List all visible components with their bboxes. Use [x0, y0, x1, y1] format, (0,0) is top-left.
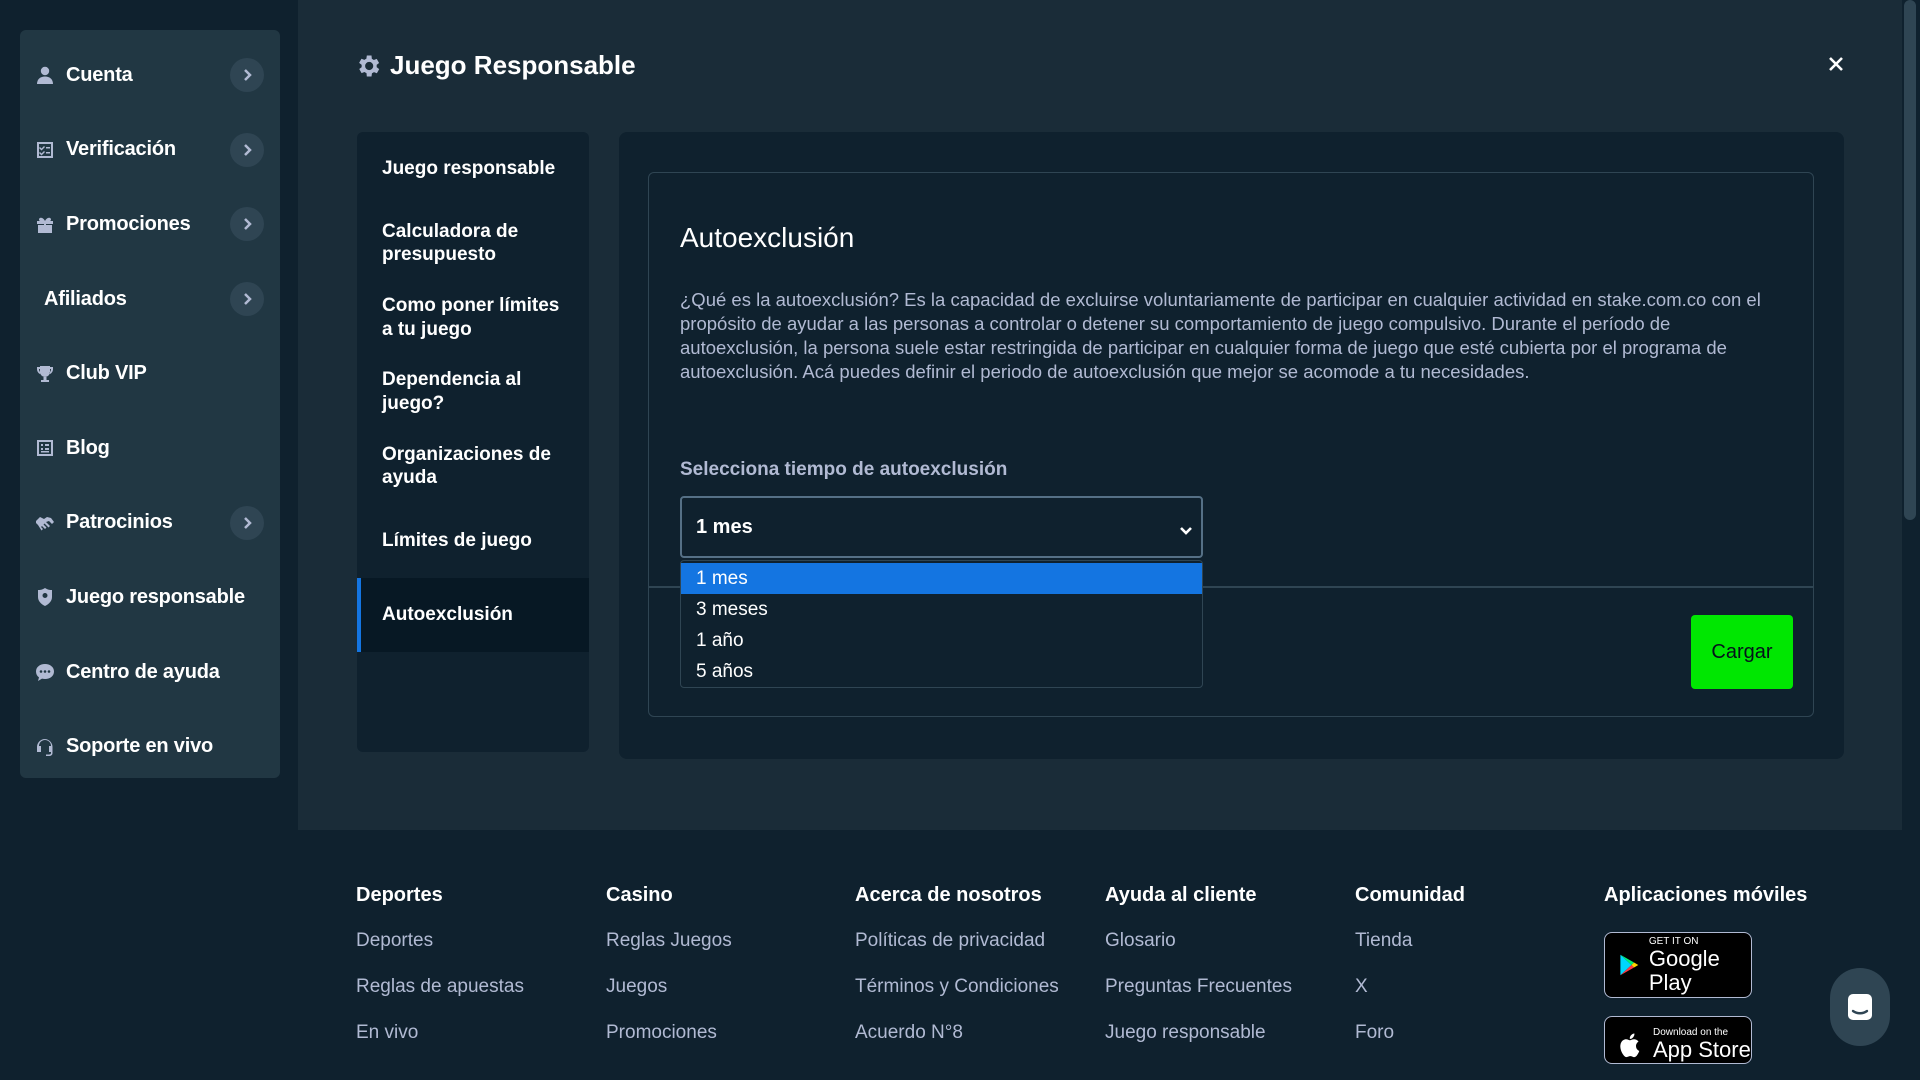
chat-bubble-icon	[34, 661, 56, 683]
sidebar-item-label: Blog	[66, 436, 110, 459]
sidebar-item-centro-de-ayuda[interactable]: Centro de ayuda	[20, 635, 280, 710]
responsible-gaming-nav: Juego responsable Calculadora de presupu…	[357, 132, 589, 752]
handshake-icon	[34, 512, 56, 534]
submit-button[interactable]: Cargar	[1691, 615, 1793, 689]
blog-icon	[34, 437, 56, 459]
sidebar-item-promociones[interactable]: Promociones	[20, 187, 280, 262]
footer-link[interactable]: Promociones	[606, 1010, 732, 1056]
footer-link[interactable]: Foro	[1355, 1010, 1465, 1056]
google-play-badge[interactable]: GET IT ON Google Play	[1604, 932, 1752, 998]
sidebar-item-patrocinios[interactable]: Patrocinios	[20, 486, 280, 561]
footer-link[interactable]: Glosario	[1105, 918, 1292, 964]
footer-link[interactable]: Juego responsable	[1105, 1010, 1292, 1056]
sidebar-item-juego-responsable[interactable]: Juego responsable	[20, 560, 280, 635]
chevron-right-icon[interactable]	[230, 58, 264, 93]
apple-icon	[1620, 1033, 1640, 1058]
sidebar: Cuenta Verificación Promociones Afiliado…	[0, 0, 298, 1080]
chevron-right-icon[interactable]	[230, 505, 264, 540]
footer-link[interactable]: Tienda	[1355, 918, 1465, 964]
sidebar-item-label: Cuenta	[66, 63, 133, 86]
dropdown-option[interactable]: 1 año	[681, 625, 1202, 656]
footer-heading: Aplicaciones móviles	[1604, 883, 1808, 906]
scrollbar-thumb[interactable]	[1904, 0, 1916, 520]
nav-item-dependencia[interactable]: Dependencia al juego?	[357, 355, 589, 429]
footer-link[interactable]: Juegos	[606, 964, 732, 1010]
trophy-icon	[34, 363, 56, 385]
badge-title: Google Play	[1648, 945, 1720, 995]
footer-link[interactable]: Reglas de apuestas	[356, 964, 524, 1010]
sidebar-item-cuenta[interactable]: Cuenta	[20, 38, 280, 113]
sidebar-item-label: Afiliados	[44, 287, 127, 310]
footer-column-acerca: Acerca de nosotros Políticas de privacid…	[855, 872, 1059, 1056]
footer-column-comunidad: Comunidad Tienda X Foro	[1355, 872, 1465, 1056]
sidebar-item-label: Patrocinios	[66, 511, 173, 534]
badge-caption: GET IT ON	[1648, 935, 1699, 947]
footer-column-casino: Casino Reglas Juegos Juegos Promociones	[606, 872, 732, 1056]
page-title: Juego Responsable	[390, 50, 636, 80]
sidebar-item-blog[interactable]: Blog	[20, 411, 280, 486]
sidebar-item-label: Centro de ayuda	[66, 660, 220, 683]
footer-link[interactable]: Reglas Juegos	[606, 918, 732, 964]
footer-heading: Casino	[606, 883, 673, 906]
section-description: ¿Qué es la autoexclusión? Es la capacida…	[680, 289, 1761, 382]
user-icon	[34, 64, 56, 86]
live-chat-button[interactable]	[1830, 968, 1890, 1046]
modal-header: Juego Responsable	[354, 50, 636, 81]
footer-link[interactable]: Términos y Condiciones	[855, 964, 1059, 1010]
app-store-badge[interactable]: Download on the App Store	[1604, 1016, 1752, 1064]
nav-item-organizaciones[interactable]: Organizaciones de ayuda	[357, 429, 589, 503]
nav-item-limites-tu-juego[interactable]: Como poner límites a tu juego	[357, 281, 589, 355]
footer-link[interactable]: Acuerdo N°8	[855, 1010, 1059, 1056]
select-label: Selecciona tiempo de autoexclusión	[680, 459, 1008, 480]
google-play-icon	[1620, 954, 1639, 976]
chevron-down-icon	[1179, 520, 1193, 535]
badge-title: App Store	[1653, 1037, 1751, 1062]
section-heading: Autoexclusión	[680, 222, 855, 253]
footer-column-apps: Aplicaciones móviles GET IT ON Google Pl…	[1604, 872, 1807, 1064]
chevron-right-icon[interactable]	[230, 207, 264, 242]
nav-item-juego-responsable[interactable]: Juego responsable	[357, 132, 589, 206]
sidebar-item-soporte-en-vivo[interactable]: Soporte en vivo	[20, 709, 280, 784]
close-icon	[1829, 57, 1843, 71]
footer-link[interactable]: Deportes	[356, 918, 524, 964]
sidebar-menu: Cuenta Verificación Promociones Afiliado…	[20, 30, 280, 778]
sidebar-item-afiliados[interactable]: Afiliados	[20, 262, 280, 337]
footer-link[interactable]: X	[1355, 964, 1465, 1010]
chevron-right-icon[interactable]	[230, 282, 264, 317]
footer-heading: Deportes	[356, 883, 443, 906]
shield-icon	[34, 586, 56, 608]
duration-dropdown-list: 1 mes 3 meses 1 año 5 años	[680, 560, 1203, 688]
sidebar-item-label: Juego responsable	[66, 585, 245, 608]
nav-item-limites-de-juego[interactable]: Límites de juego	[357, 503, 589, 577]
sidebar-item-label: Club VIP	[66, 362, 147, 385]
chevron-right-icon[interactable]	[230, 132, 264, 167]
gift-icon	[34, 213, 56, 235]
footer-link[interactable]: En vivo	[356, 1010, 524, 1056]
footer-heading: Ayuda al cliente	[1105, 883, 1257, 906]
footer-column-ayuda: Ayuda al cliente Glosario Preguntas Frec…	[1105, 872, 1292, 1056]
footer-link[interactable]: Preguntas Frecuentes	[1105, 964, 1292, 1010]
duration-select[interactable]: 1 mes	[680, 496, 1203, 558]
chat-icon	[1848, 994, 1872, 1020]
sidebar-item-label: Verificación	[66, 138, 176, 161]
sidebar-item-club-vip[interactable]: Club VIP	[20, 336, 280, 411]
footer-column-deportes: Deportes Deportes Reglas de apuestas En …	[356, 872, 524, 1056]
footer-heading: Comunidad	[1355, 883, 1465, 906]
checklist-icon	[34, 139, 56, 161]
nav-item-autoexclusion[interactable]: Autoexclusión	[357, 577, 589, 653]
dropdown-option[interactable]: 1 mes	[681, 563, 1202, 594]
sidebar-item-label: Soporte en vivo	[66, 735, 214, 758]
nav-item-calculadora[interactable]: Calculadora de presupuesto	[357, 206, 589, 280]
gear-icon	[359, 55, 380, 76]
sidebar-item-label: Promociones	[66, 212, 191, 235]
app-root: Cuenta Verificación Promociones Afiliado…	[0, 0, 1920, 1080]
footer-heading: Acerca de nosotros	[855, 883, 1042, 906]
select-value: 1 mes	[696, 515, 753, 538]
sidebar-item-verificacion[interactable]: Verificación	[20, 113, 280, 188]
footer-link[interactable]: Políticas de privacidad	[855, 918, 1059, 964]
dropdown-option[interactable]: 5 años	[681, 656, 1202, 687]
close-button[interactable]	[1822, 50, 1850, 78]
headset-icon	[34, 736, 56, 758]
dropdown-option[interactable]: 3 meses	[681, 594, 1202, 625]
